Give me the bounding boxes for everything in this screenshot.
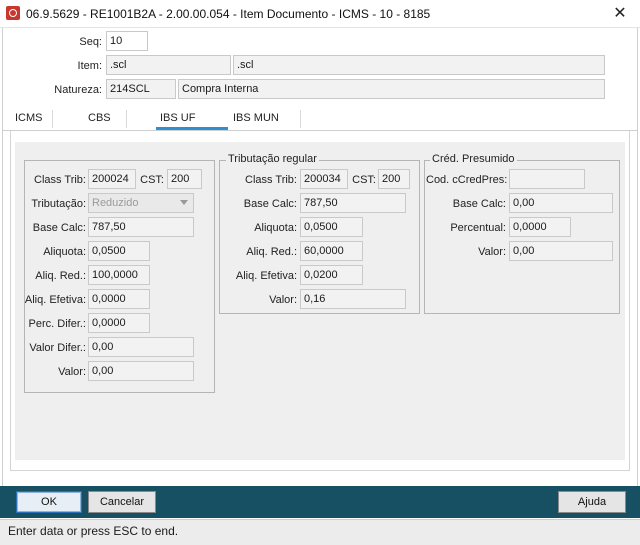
reg-aliq-efetiva-field[interactable]: 0,0200: [300, 265, 363, 285]
cred-valor-field[interactable]: 0,00: [509, 241, 613, 261]
class-trib-field[interactable]: 200024: [88, 169, 136, 189]
base-calc-field[interactable]: 787,50: [88, 217, 194, 237]
cred-valor-label: Valor:: [478, 246, 506, 258]
reg-base-calc-field[interactable]: 787,50: [300, 193, 406, 213]
tributacao-label: Tributação:: [31, 198, 86, 210]
reg-aliq-red-label: Aliq. Red.:: [246, 246, 297, 258]
reg-class-trib-field[interactable]: 200034: [300, 169, 348, 189]
aliquota-field[interactable]: 0,0500: [88, 241, 150, 261]
help-button[interactable]: Ajuda: [558, 491, 626, 513]
tab-icms[interactable]: ICMS: [15, 112, 43, 124]
chevron-down-icon: [180, 200, 188, 205]
tab-cbs[interactable]: CBS: [88, 112, 111, 124]
cst-label: CST:: [140, 174, 164, 186]
cred-percentual-field[interactable]: 0,0000: [509, 217, 571, 237]
cst-field[interactable]: 200: [167, 169, 202, 189]
ok-button[interactable]: OK: [16, 491, 82, 513]
cod-ccredpres-label: Cod. cCredPres:: [426, 174, 508, 186]
aliq-red-label: Aliq. Red.:: [35, 270, 86, 282]
tab-separator: [52, 110, 53, 128]
cred-base-calc-field[interactable]: 0,00: [509, 193, 613, 213]
window-title: 06.9.5629 - RE1001B2A - 2.00.00.054 - It…: [26, 7, 431, 21]
close-icon[interactable]: ✕: [600, 0, 640, 28]
cancel-button[interactable]: Cancelar: [88, 491, 156, 513]
item-description-field[interactable]: .scl: [233, 55, 605, 75]
app-icon: [6, 6, 20, 20]
valor-difer-field[interactable]: 0,00: [88, 337, 194, 357]
tab-ibs-mun[interactable]: IBS MUN: [233, 112, 279, 124]
reg-class-trib-label: Class Trib:: [245, 174, 297, 186]
item-code-field[interactable]: .scl: [106, 55, 231, 75]
valor-field[interactable]: 0,00: [88, 361, 194, 381]
natureza-description-field[interactable]: Compra Interna: [178, 79, 605, 99]
seq-label: Seq:: [79, 36, 102, 48]
tab-separator: [126, 110, 127, 128]
item-label: Item:: [77, 60, 102, 72]
aliq-red-field[interactable]: 100,0000: [88, 265, 150, 285]
reg-base-calc-label: Base Calc:: [243, 198, 297, 210]
valor-label: Valor:: [58, 366, 86, 378]
status-message: Enter data or press ESC to end.: [8, 524, 179, 538]
reg-aliquota-label: Aliquota:: [254, 222, 297, 234]
tributacao-select-value: Reduzido: [92, 197, 139, 209]
valor-difer-label: Valor Difer.:: [29, 342, 86, 354]
natureza-label: Natureza:: [54, 84, 102, 96]
active-tab-indicator: [156, 127, 228, 130]
cred-presumido-title: Créd. Presumido: [430, 153, 517, 165]
reg-aliq-red-field[interactable]: 60,0000: [300, 241, 363, 261]
reg-aliq-efetiva-label: Aliq. Efetiva:: [235, 270, 297, 282]
tributacao-regular-title: Tributação regular: [226, 153, 319, 165]
perc-difer-field[interactable]: 0,0000: [88, 313, 150, 333]
tab-separator: [300, 110, 301, 128]
class-trib-label: Class Trib:: [34, 174, 86, 186]
reg-cst-label: CST:: [352, 174, 376, 186]
base-calc-label: Base Calc:: [32, 222, 86, 234]
tab-ibs-uf[interactable]: IBS UF: [160, 112, 195, 124]
tributacao-select[interactable]: Reduzido: [88, 193, 194, 213]
cod-ccredpres-field[interactable]: [509, 169, 585, 189]
aliquota-label: Aliquota:: [43, 246, 86, 258]
cred-percentual-label: Percentual:: [450, 222, 506, 234]
reg-valor-field[interactable]: 0,16: [300, 289, 406, 309]
natureza-code-field[interactable]: 214SCL: [106, 79, 176, 99]
aliq-efetiva-field[interactable]: 0,0000: [88, 289, 150, 309]
reg-cst-field[interactable]: 200: [378, 169, 410, 189]
reg-aliquota-field[interactable]: 0,0500: [300, 217, 363, 237]
cred-base-calc-label: Base Calc:: [452, 198, 506, 210]
perc-difer-label: Perc. Difer.:: [28, 318, 86, 330]
aliq-efetiva-label: Aliq. Efetiva:: [24, 294, 86, 306]
reg-valor-label: Valor:: [269, 294, 297, 306]
seq-field[interactable]: 10: [106, 31, 148, 51]
